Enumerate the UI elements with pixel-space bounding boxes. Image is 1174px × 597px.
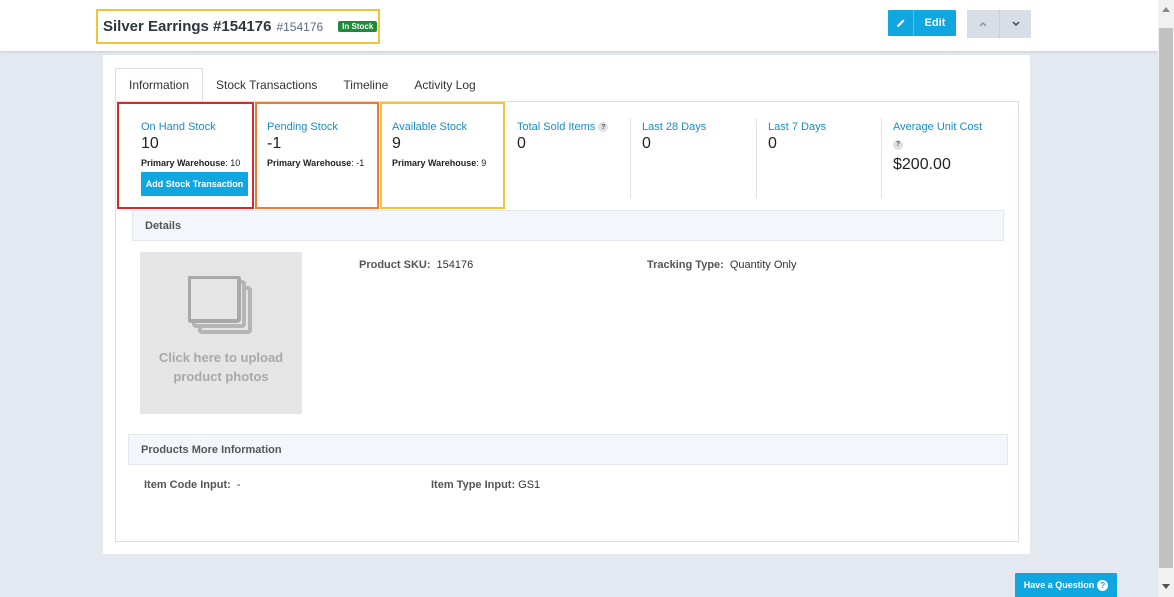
- warehouse-label: Primary Warehouse: [392, 158, 477, 168]
- stat-available: Available Stock 9 Primary Warehouse: 9: [380, 102, 505, 209]
- warehouse-label: Primary Warehouse: [267, 158, 352, 168]
- tab-timeline[interactable]: Timeline: [330, 68, 401, 102]
- stat-label: Total Sold Items ?: [517, 121, 629, 133]
- stat-value: 0: [517, 135, 526, 152]
- scroll-down-icon[interactable]: [1162, 584, 1170, 589]
- question-icon[interactable]: ?: [893, 139, 903, 150]
- stat-value: 9: [392, 135, 401, 152]
- chevron-up-icon: [979, 21, 987, 27]
- edit-button[interactable]: Edit: [888, 10, 956, 36]
- tab-bar: Information Stock Transactions Timeline …: [115, 68, 489, 102]
- question-icon-wrap: ?: [893, 136, 1013, 154]
- scroll-up-icon[interactable]: [1162, 7, 1170, 12]
- stat-last-7-days: Last 7 Days 0: [768, 102, 880, 209]
- upload-prompt: Click here to upload product photos: [158, 350, 284, 384]
- tab-information[interactable]: Information: [115, 68, 204, 102]
- help-label: Have a Question: [1023, 580, 1095, 590]
- warehouse-label: Primary Warehouse: [141, 158, 226, 168]
- stat-label-text: Total Sold Items: [517, 121, 596, 133]
- photos-icon: [188, 276, 252, 334]
- stat-label: Available Stock: [392, 121, 468, 133]
- stat-warehouse: Primary Warehouse: 9: [392, 158, 503, 168]
- stat-value: 10: [141, 135, 159, 152]
- add-stock-transaction-button[interactable]: Add Stock Transaction: [141, 172, 248, 196]
- item-code-label: Item Code Input:: [144, 479, 231, 491]
- stat-value: $200.00: [893, 156, 951, 173]
- stat-warehouse: Primary Warehouse: 10: [141, 158, 252, 168]
- stat-label: On Hand Stock: [141, 121, 216, 133]
- question-icon: ?: [1097, 579, 1109, 591]
- sku-label: Product SKU:: [359, 259, 431, 271]
- divider: [881, 118, 882, 198]
- pencil-icon: [888, 10, 914, 36]
- details-header: Details: [132, 210, 1004, 241]
- tracking-value: Quantity Only: [729, 259, 797, 271]
- product-title-box: Silver Earrings #154176 #154176 In Stock: [96, 9, 380, 44]
- item-code-input: Item Code Input: -: [144, 479, 240, 491]
- stat-value: -1: [267, 135, 282, 152]
- product-sku: Product SKU: 154176: [359, 259, 473, 271]
- stat-value: 0: [642, 135, 651, 152]
- next-record-button[interactable]: [999, 10, 1031, 38]
- status-badge: In Stock: [338, 21, 378, 32]
- stat-label: Last 7 Days: [768, 121, 827, 133]
- stat-pending: Pending Stock -1 Primary Warehouse: -1: [255, 102, 379, 209]
- information-content: On Hand Stock 10 Primary Warehouse: 10 A…: [115, 101, 1019, 542]
- tab-activity-log[interactable]: Activity Log: [401, 68, 488, 102]
- page-scrollbar[interactable]: [1158, 0, 1174, 597]
- item-type-input: Item Type Input: GS1: [431, 479, 540, 491]
- warehouse-value: : 10: [225, 158, 241, 168]
- stat-value: 0: [768, 135, 777, 152]
- product-code: #154176: [276, 19, 324, 34]
- stat-label: Last 28 Days: [642, 121, 707, 133]
- chevron-down-icon: [1011, 21, 1020, 27]
- warehouse-value: : 9: [476, 158, 487, 168]
- divider: [630, 118, 631, 198]
- item-type-label: Item Type Input:: [431, 479, 516, 491]
- sku-value: 154176: [436, 259, 474, 271]
- tracking-label: Tracking Type:: [647, 259, 724, 271]
- product-panel: Information Stock Transactions Timeline …: [103, 55, 1030, 554]
- divider: [756, 118, 757, 198]
- edit-label: Edit: [924, 17, 946, 29]
- stat-total-sold: Total Sold Items ? 0: [517, 102, 629, 209]
- more-info-header: Products More Information: [128, 434, 1008, 465]
- question-icon[interactable]: ?: [598, 122, 609, 133]
- tracking-type: Tracking Type: Quantity Only: [647, 259, 796, 271]
- product-name: Silver Earrings #154176: [103, 18, 272, 35]
- previous-record-button[interactable]: [967, 10, 999, 38]
- warehouse-value: : -1: [351, 158, 365, 168]
- stat-label: Pending Stock: [267, 121, 338, 133]
- scroll-thumb[interactable]: [1159, 28, 1173, 568]
- have-a-question-button[interactable]: Have a Question ?: [1015, 573, 1117, 597]
- item-code-value: -: [236, 479, 241, 491]
- item-type-value: GS1: [518, 479, 541, 491]
- upload-photos-area[interactable]: Click here to upload product photos: [140, 252, 302, 414]
- stat-warehouse: Primary Warehouse: -1: [267, 158, 377, 168]
- stat-on-hand: On Hand Stock 10 Primary Warehouse: 10 A…: [117, 102, 254, 209]
- stat-last-28-days: Last 28 Days 0: [642, 102, 754, 209]
- stat-label: Average Unit Cost: [893, 121, 983, 133]
- top-header: Silver Earrings #154176 #154176 In Stock…: [0, 0, 1158, 51]
- stat-average-unit-cost: Average Unit Cost ? $200.00: [893, 102, 1013, 209]
- tab-stock-transactions[interactable]: Stock Transactions: [203, 68, 330, 102]
